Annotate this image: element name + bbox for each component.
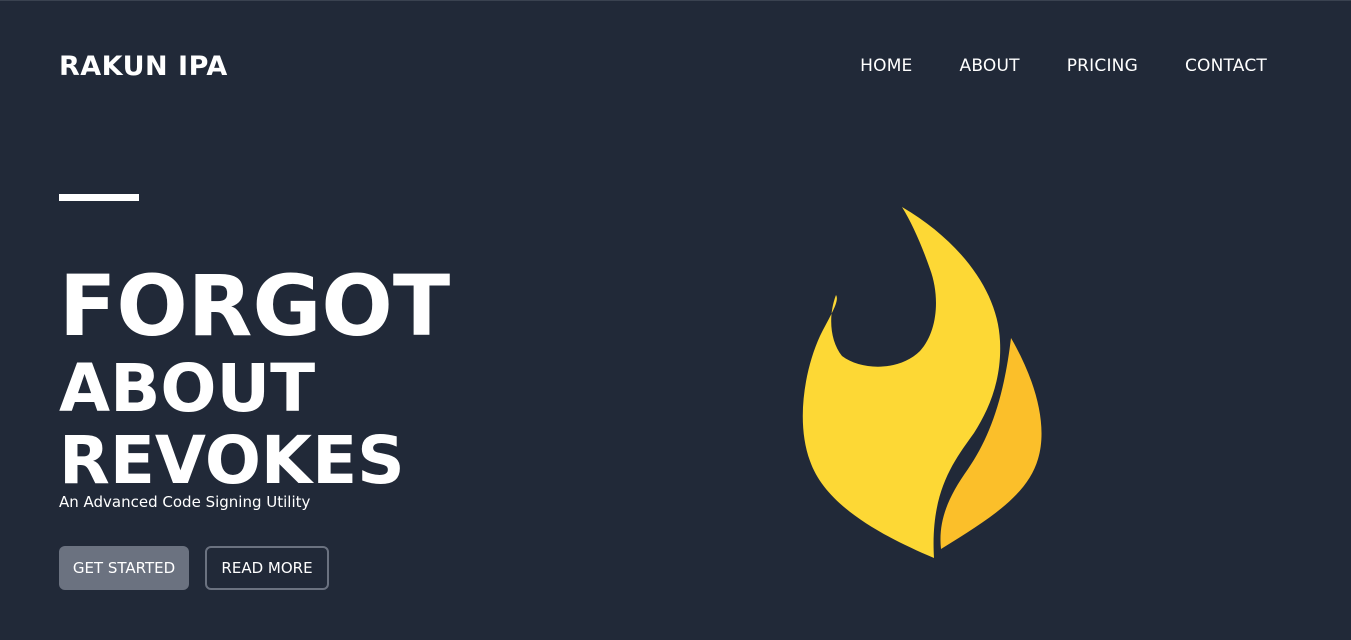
- read-more-button[interactable]: READ MORE: [205, 546, 329, 590]
- main-nav: HOME ABOUT PRICING CONTACT: [813, 55, 1267, 77]
- get-started-button[interactable]: GET STARTED: [59, 546, 189, 590]
- hero-tagline: An Advanced Code Signing Utility: [59, 493, 311, 511]
- brand-logo[interactable]: RAKUN IPA: [59, 50, 228, 84]
- nav-contact[interactable]: CONTACT: [1185, 55, 1267, 77]
- flame-icon: [802, 207, 1042, 558]
- hero-title-line-2: ABOUT: [59, 350, 316, 427]
- accent-bar: [59, 194, 139, 201]
- nav-home[interactable]: HOME: [860, 55, 912, 77]
- nav-about[interactable]: ABOUT: [960, 55, 1020, 77]
- hero-title-line-1: FORGOT: [59, 257, 451, 355]
- hero-title: FORGOT ABOUT REVOKES: [59, 259, 450, 497]
- nav-pricing[interactable]: PRICING: [1067, 55, 1138, 77]
- hero-title-line-3: REVOKES: [59, 422, 405, 499]
- landing-page: RAKUN IPA HOME ABOUT PRICING CONTACT FOR…: [0, 0, 1351, 640]
